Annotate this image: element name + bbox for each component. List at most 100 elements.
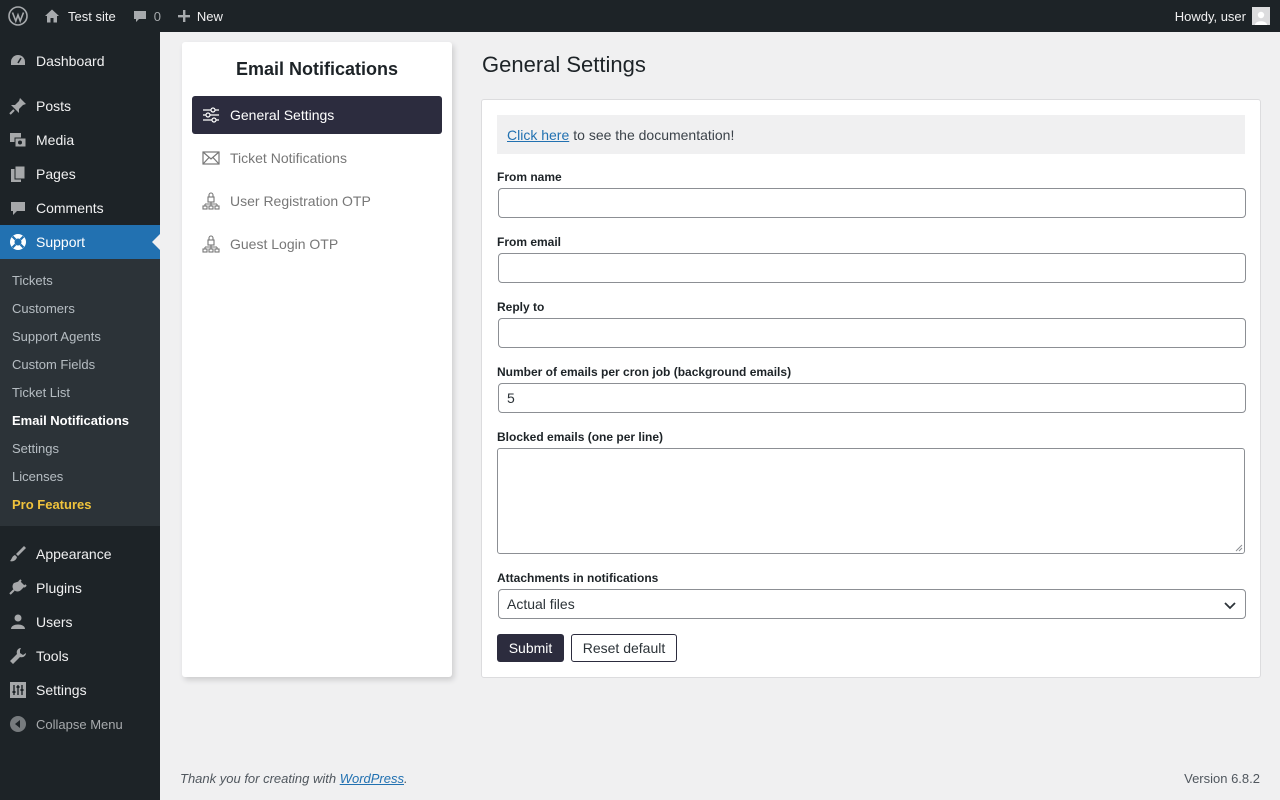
footer-thanks: Thank you for creating with WordPress. xyxy=(180,771,408,786)
from-name-label: From name xyxy=(497,170,562,184)
wordpress-logo-icon[interactable] xyxy=(0,0,36,32)
footer-version: Version 6.8.2 xyxy=(1184,771,1260,786)
cron-emails-label: Number of emails per cron job (backgroun… xyxy=(497,365,792,379)
reset-default-button[interactable]: Reset default xyxy=(571,634,677,662)
sidebar-item-appearance[interactable]: Appearance xyxy=(0,537,160,571)
from-email-label: From email xyxy=(497,235,562,249)
submenu-item-custom-fields[interactable]: Custom Fields xyxy=(0,350,160,378)
submenu-item-tickets[interactable]: Tickets xyxy=(0,266,160,294)
documentation-text: to see the documentation! xyxy=(573,126,735,143)
sidebar-item-pages[interactable]: Pages xyxy=(0,157,160,191)
pin-icon xyxy=(8,96,28,116)
blocked-emails-label: Blocked emails (one per line) xyxy=(497,430,664,444)
sidebar-item-label: Users xyxy=(36,614,73,630)
sidebar-item-label: Tools xyxy=(36,648,69,664)
page-title: General Settings xyxy=(482,52,646,77)
wordpress-link[interactable]: WordPress xyxy=(340,771,404,786)
comment-icon xyxy=(132,8,148,24)
avatar xyxy=(1252,7,1270,25)
site-name-link[interactable]: Test site xyxy=(36,0,124,32)
footer-thanks-suffix: . xyxy=(404,771,408,786)
brush-icon xyxy=(8,544,28,564)
chevron-down-icon xyxy=(1224,602,1236,610)
sidebar-item-label: Support xyxy=(36,234,86,250)
settings-icon xyxy=(8,680,28,700)
nav-item-label: General Settings xyxy=(230,107,335,123)
sidebar-item-media[interactable]: Media xyxy=(0,123,160,157)
resize-grip-icon[interactable] xyxy=(1235,544,1243,552)
user-icon xyxy=(8,612,28,632)
nav-item-guest-login-otp[interactable]: Guest Login OTP xyxy=(192,225,442,263)
sidebar-item-users[interactable]: Users xyxy=(0,605,160,639)
plug-icon xyxy=(8,578,28,598)
pages-icon xyxy=(8,164,28,184)
comments-link[interactable]: 0 xyxy=(124,0,169,32)
collapse-menu-label: Collapse Menu xyxy=(36,716,123,732)
sidebar-item-label: Pages xyxy=(36,166,76,182)
attachments-selected-value: Actual files xyxy=(507,596,575,612)
lock-network-icon xyxy=(202,192,220,210)
attachments-label: Attachments in notifications xyxy=(497,571,659,585)
nav-item-label: Ticket Notifications xyxy=(230,150,347,166)
sidebar-item-posts[interactable]: Posts xyxy=(0,89,160,123)
documentation-link[interactable]: Click here xyxy=(507,127,569,143)
nav-item-user-registration-otp[interactable]: User Registration OTP xyxy=(192,182,442,220)
home-icon xyxy=(44,8,60,24)
nav-item-label: Guest Login OTP xyxy=(230,236,339,252)
comment-icon xyxy=(8,198,28,218)
attachments-select[interactable]: Actual files xyxy=(498,589,1246,619)
reply-to-label: Reply to xyxy=(497,300,545,314)
footer-thanks-text: Thank you for creating with xyxy=(180,771,337,786)
new-label: New xyxy=(196,8,223,24)
support-submenu: Tickets Customers Support Agents Custom … xyxy=(0,259,160,526)
new-content-link[interactable]: New xyxy=(169,0,231,32)
lock-network-icon xyxy=(202,235,220,253)
sidebar-item-tools[interactable]: Tools xyxy=(0,639,160,673)
submenu-item-support-agents[interactable]: Support Agents xyxy=(0,322,160,350)
sidebar-item-label: Appearance xyxy=(36,546,112,562)
submenu-item-email-notifications[interactable]: Email Notifications xyxy=(0,406,160,434)
from-email-input[interactable] xyxy=(498,253,1246,283)
email-notifications-nav-panel: Email Notifications General Settings Tic… xyxy=(182,42,452,677)
sidebar-item-label: Plugins xyxy=(36,580,82,596)
collapse-menu-button[interactable]: Collapse Menu xyxy=(0,707,160,741)
submenu-item-settings[interactable]: Settings xyxy=(0,434,160,462)
greeting-label: Howdy, user xyxy=(1174,8,1246,24)
cron-emails-input[interactable]: 5 xyxy=(498,383,1246,413)
envelope-icon xyxy=(202,149,220,167)
nav-item-general-settings[interactable]: General Settings xyxy=(192,96,442,134)
wrench-icon xyxy=(8,646,28,666)
sliders-icon xyxy=(202,106,220,124)
sidebar-item-comments[interactable]: Comments xyxy=(0,191,160,225)
panel-title: Email Notifications xyxy=(235,59,399,79)
submenu-item-licenses[interactable]: Licenses xyxy=(0,462,160,490)
sidebar-item-label: Comments xyxy=(36,200,104,216)
sidebar-item-label: Posts xyxy=(36,98,72,114)
site-name-label: Test site xyxy=(68,8,116,24)
sidebar-item-label: Settings xyxy=(36,682,87,698)
dashboard-icon xyxy=(8,51,28,71)
sidebar-item-support[interactable]: Support xyxy=(0,225,160,259)
plus-icon xyxy=(177,9,191,23)
my-account-link[interactable]: Howdy, user xyxy=(1167,0,1280,32)
submenu-item-customers[interactable]: Customers xyxy=(0,294,160,322)
comments-count: 0 xyxy=(153,8,161,24)
submenu-item-ticket-list[interactable]: Ticket List xyxy=(0,378,160,406)
from-name-input[interactable] xyxy=(498,188,1246,218)
nav-item-ticket-notifications[interactable]: Ticket Notifications xyxy=(192,139,442,177)
sidebar-item-label: Media xyxy=(36,132,75,148)
media-icon xyxy=(8,130,28,150)
reply-to-input[interactable] xyxy=(498,318,1246,348)
nav-item-label: User Registration OTP xyxy=(230,193,371,209)
submenu-item-pro-features[interactable]: Pro Features xyxy=(0,490,160,518)
sidebar-item-plugins[interactable]: Plugins xyxy=(0,571,160,605)
email-notifications-nav: General Settings Ticket Notifications Us… xyxy=(182,96,452,263)
lifebuoy-icon xyxy=(8,232,28,252)
documentation-notice: Click here to see the documentation! xyxy=(497,115,1245,154)
sidebar-item-dashboard[interactable]: Dashboard xyxy=(0,44,160,78)
sidebar-item-settings[interactable]: Settings xyxy=(0,673,160,707)
submit-button[interactable]: Submit xyxy=(497,634,564,662)
collapse-arrow-icon xyxy=(8,714,28,734)
sidebar-item-label: Dashboard xyxy=(36,53,105,69)
blocked-emails-textarea[interactable] xyxy=(497,448,1245,554)
